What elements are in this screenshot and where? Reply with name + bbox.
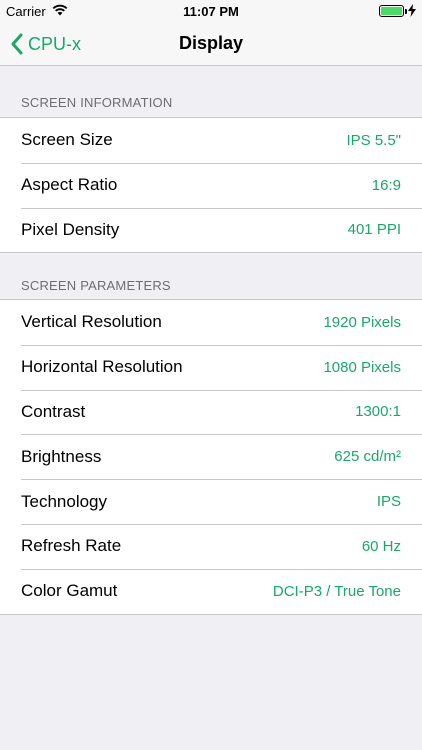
row-horizontal-resolution: Horizontal Resolution 1080 Pixels [0,344,422,390]
charging-bolt-icon [408,4,416,17]
group-screen-parameters: Vertical Resolution 1920 Pixels Horizont… [0,299,422,615]
top-bar: Carrier 11:07 PM CPU-x Display [0,0,422,66]
row-label: Refresh Rate [21,536,122,556]
row-label: Contrast [21,401,86,421]
row-value: DCI-P3 / True Tone [272,582,401,600]
row-label: Brightness [21,446,102,466]
row-refresh-rate: Refresh Rate 60 Hz [0,523,422,569]
row-value: 1080 Pixels [323,358,401,376]
group-screen-information: Screen Size IPS 5.5" Aspect Ratio 16:9 P… [0,117,422,254]
row-value: IPS [376,493,401,511]
row-pixel-density: Pixel Density 401 PPI [0,207,422,253]
status-time: 11:07 PM [183,4,239,19]
battery-icon [379,5,407,17]
row-value: 1300:1 [355,403,401,421]
battery-level [381,7,402,15]
row-contrast: Contrast 1300:1 [0,389,422,435]
row-screen-size: Screen Size IPS 5.5" [0,118,422,163]
row-aspect-ratio: Aspect Ratio 16:9 [0,162,422,208]
page-title: Display [178,33,244,53]
row-label: Vertical Resolution [21,312,162,332]
row-value: 1920 Pixels [323,313,401,331]
row-value: 401 PPI [347,221,401,239]
row-label: Screen Size [21,130,113,150]
row-label: Color Gamut [21,581,118,601]
row-vertical-resolution: Vertical Resolution 1920 Pixels [0,300,422,345]
row-label: Technology [21,491,108,511]
row-value: 625 cd/m² [334,448,401,466]
section-header-screen-information: SCREEN INFORMATION [21,95,173,110]
row-value: 60 Hz [361,537,401,555]
row-brightness: Brightness 625 cd/m² [0,434,422,479]
row-color-gamut: Color Gamut DCI-P3 / True Tone [0,568,422,614]
row-label: Horizontal Resolution [21,357,183,377]
row-label: Pixel Density [21,219,120,239]
status-bar: Carrier 11:07 PM [0,0,422,22]
row-technology: Technology IPS [0,479,422,524]
row-label: Aspect Ratio [21,175,118,195]
row-value: 16:9 [371,176,401,194]
row-value: IPS 5.5" [346,131,401,149]
section-header-screen-parameters: SCREEN PARAMETERS [21,278,171,293]
